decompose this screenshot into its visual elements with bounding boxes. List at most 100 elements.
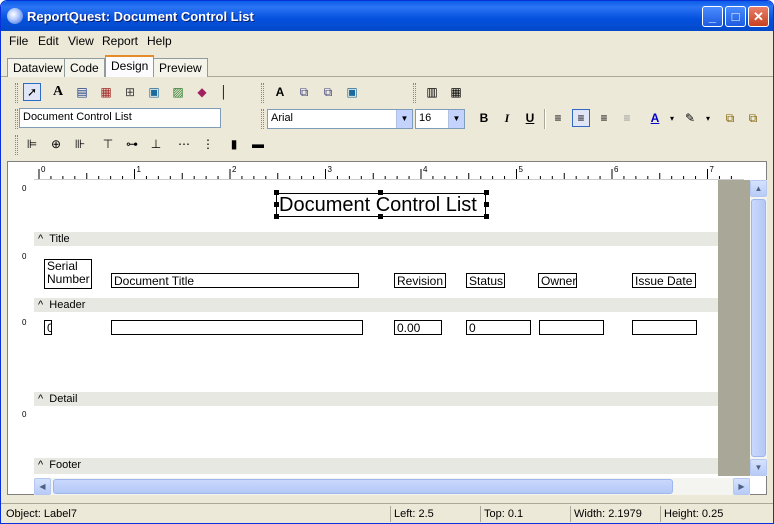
tab-design[interactable]: Design (105, 55, 155, 77)
serial-number-field[interactable]: 0 (44, 320, 52, 335)
resize-handle[interactable] (274, 202, 279, 207)
align-rights-icon[interactable]: ⊪ (71, 135, 89, 153)
resize-handle[interactable] (274, 214, 279, 219)
band-bar-title[interactable]: ^ Title (34, 232, 718, 246)
header-band[interactable]: Serial Number Document Title Revision St… (34, 246, 718, 298)
vertical-scroll-thumb[interactable] (751, 199, 766, 457)
richtext-tool-icon[interactable]: ▦ (97, 83, 115, 101)
toolbar-grip[interactable] (261, 109, 264, 129)
band-bar-footer[interactable]: ^ Footer (34, 458, 718, 474)
revision-label[interactable]: Revision (394, 273, 446, 288)
footer-band[interactable] (34, 406, 718, 458)
tab-preview[interactable]: Preview (153, 58, 208, 77)
tab-dataview[interactable]: Dataview (7, 58, 69, 77)
bold-icon[interactable]: B (475, 109, 493, 127)
serial-number-label[interactable]: Serial Number (44, 259, 92, 289)
underline-icon[interactable]: U (521, 109, 539, 127)
issue-date-field[interactable] (632, 320, 697, 335)
resize-handle[interactable] (484, 190, 489, 195)
menu-view[interactable]: View (68, 34, 94, 48)
line-tool-icon[interactable]: │ (215, 83, 233, 101)
justify-icon[interactable]: ≡ (618, 109, 636, 127)
grid-icon[interactable]: ▥ (423, 83, 441, 101)
horizontal-scroll-thumb[interactable] (53, 479, 673, 494)
band-bar-detail[interactable]: ^ Detail (34, 392, 718, 406)
bring-front-icon[interactable]: ⧉ (721, 109, 739, 127)
status-width: Width: 2.1979 (570, 506, 658, 522)
toolbar-grip[interactable] (15, 135, 18, 155)
label-tool-icon[interactable]: A (49, 83, 67, 101)
tab-code[interactable]: Code (64, 58, 105, 77)
minimize-button[interactable]: _ (702, 6, 723, 27)
italic-icon[interactable]: I (498, 109, 516, 127)
status-label[interactable]: Status (466, 273, 505, 288)
table-icon[interactable]: ▦ (447, 83, 465, 101)
font-style-icon[interactable]: A (271, 83, 289, 101)
scroll-right-icon[interactable]: ▶ (733, 478, 750, 495)
status-field[interactable]: 0 (466, 320, 531, 335)
space-horizontal-icon[interactable]: ⋯ (175, 135, 193, 153)
document-title-label[interactable]: Document Title (111, 273, 359, 288)
chevron-down-icon[interactable]: ▾ (663, 109, 681, 127)
menu-help[interactable]: Help (147, 34, 172, 48)
menu-edit[interactable]: Edit (38, 34, 59, 48)
align-centers-icon[interactable]: ⊕ (47, 135, 65, 153)
resize-handle[interactable] (378, 190, 383, 195)
align-center-icon[interactable]: ≡ (572, 109, 590, 127)
band-bar-header[interactable]: ^ Header (34, 298, 718, 312)
window-title: ReportQuest: Document Control List (27, 9, 254, 24)
calc-tool-icon[interactable]: ▣ (145, 83, 163, 101)
send-back-icon[interactable]: ⧉ (744, 109, 762, 127)
title-band[interactable]: Document Control List (34, 180, 718, 232)
align-right-icon[interactable]: ≡ (595, 109, 613, 127)
chevron-down-icon[interactable]: ▼ (396, 110, 412, 128)
calc-format-icon[interactable]: ▣ (343, 83, 361, 101)
paste-format-icon[interactable]: ⧉ (319, 83, 337, 101)
menu-report[interactable]: Report (102, 34, 138, 48)
toolbar-grip[interactable] (15, 109, 18, 129)
issue-date-label[interactable]: Issue Date (632, 273, 696, 288)
title-bar[interactable]: ReportQuest: Document Control List _ □ ✕ (1, 1, 773, 31)
horizontal-scrollbar[interactable]: ◀ ▶ (34, 478, 750, 495)
font-name-combo[interactable]: Arial ▼ (267, 109, 413, 129)
pointer-icon[interactable]: ➚ (23, 83, 41, 101)
copy-format-icon[interactable]: ⧉ (295, 83, 313, 101)
resize-handle[interactable] (274, 190, 279, 195)
memo-tool-icon[interactable]: ▤ (73, 83, 91, 101)
revision-field[interactable]: 0.00 (394, 320, 442, 335)
font-size-combo[interactable]: 16 ▼ (415, 109, 465, 129)
same-width-icon[interactable]: ▬ (249, 135, 267, 153)
document-title-field[interactable] (111, 320, 363, 335)
align-tops-icon[interactable]: ⊤ (99, 135, 117, 153)
object-name-field[interactable]: Document Control List (19, 108, 221, 128)
shape-tool-icon[interactable]: ◆ (193, 83, 211, 101)
align-left-icon[interactable]: ≡ (549, 109, 567, 127)
resize-handle[interactable] (484, 202, 489, 207)
resize-handle[interactable] (484, 214, 489, 219)
field-tool-icon[interactable]: ⊞ (121, 83, 139, 101)
highlight-icon[interactable]: ✎ (681, 109, 699, 127)
scroll-down-icon[interactable]: ▼ (750, 459, 767, 476)
owner-field[interactable] (539, 320, 604, 335)
chevron-down-icon[interactable]: ▼ (448, 110, 464, 128)
chevron-down-icon[interactable]: ▾ (699, 109, 717, 127)
vertical-scrollbar[interactable]: ▲ ▼ (750, 180, 767, 476)
align-lefts-icon[interactable]: ⊫ (23, 135, 41, 153)
owner-label[interactable]: Owner (538, 273, 577, 288)
image-tool-icon[interactable]: ▨ (169, 83, 187, 101)
font-color-icon[interactable]: A (646, 109, 664, 127)
align-middles-icon[interactable]: ⊶ (123, 135, 141, 153)
align-bottoms-icon[interactable]: ⊥ (147, 135, 165, 153)
toolbar-grip[interactable] (261, 83, 264, 103)
detail-band[interactable]: 0 0.00 0 (34, 312, 718, 392)
toolbar-grip[interactable] (15, 83, 18, 103)
close-button[interactable]: ✕ (748, 6, 769, 27)
menu-file[interactable]: File (9, 34, 28, 48)
same-height-icon[interactable]: ▮ (225, 135, 243, 153)
space-vertical-icon[interactable]: ⋮ (199, 135, 217, 153)
maximize-button[interactable]: □ (725, 6, 746, 27)
resize-handle[interactable] (378, 214, 383, 219)
scroll-up-icon[interactable]: ▲ (750, 180, 767, 197)
toolbar-grip[interactable] (413, 83, 416, 103)
scroll-left-icon[interactable]: ◀ (34, 478, 51, 495)
